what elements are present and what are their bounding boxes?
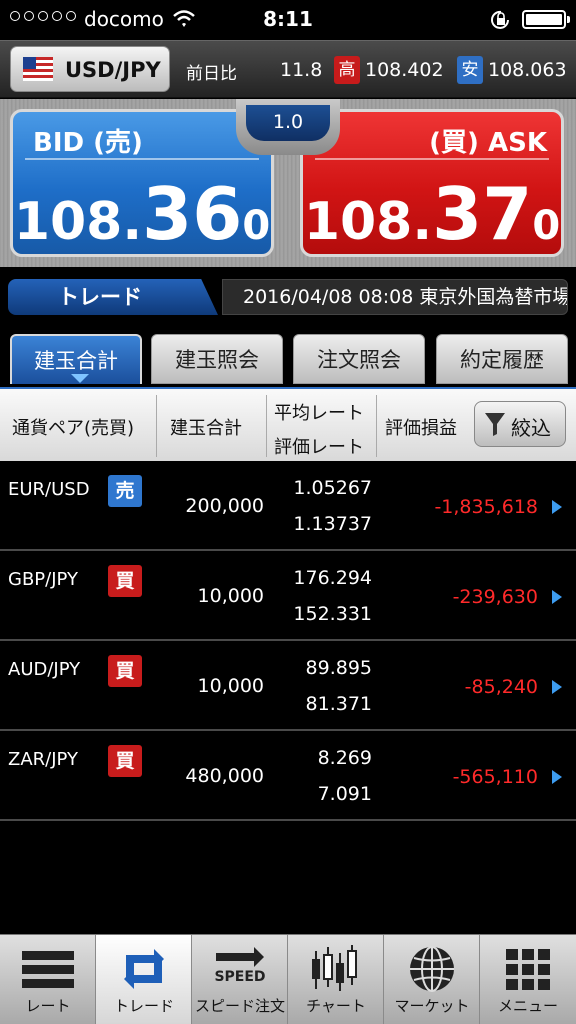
news-ticker[interactable]: 2016/04/08 08:08 東京外国為替市場: [222, 279, 568, 315]
bid-button[interactable]: BID (売) 108.360: [10, 109, 274, 257]
row-avg-rate: 89.895: [305, 657, 372, 679]
row-pair: AUD/JPY: [8, 659, 81, 680]
table-header: 通貨ペア(売買) 建玉合計 平均レート 評価レート 評価損益 絞込: [0, 387, 576, 461]
tab-position-total[interactable]: 建玉合計: [10, 334, 142, 384]
row-eval-rate: 1.13737: [293, 513, 372, 535]
section-title: トレード: [8, 279, 218, 315]
table-row[interactable]: EUR/USD 売 200,000 1.05267 1.13737 -1,835…: [0, 461, 576, 551]
globe-icon: [404, 943, 460, 995]
filter-icon: [483, 410, 507, 443]
ask-price: 108.370: [303, 172, 561, 256]
chevron-right-icon: [552, 590, 562, 604]
row-avg-rate: 8.269: [317, 747, 372, 769]
high-value: 108.402: [365, 59, 444, 81]
row-pl: -565,110: [452, 766, 538, 788]
row-avg-rate: 1.05267: [293, 477, 372, 499]
row-eval-rate: 81.371: [305, 693, 372, 715]
position-tabs: 建玉合計 建玉照会 注文照会 約定履歴: [0, 327, 576, 387]
ask-label: (買) ASK: [429, 128, 547, 158]
active-tab-indicator-icon: [71, 374, 89, 383]
row-qty: 480,000: [185, 765, 264, 787]
rate-icon: [20, 943, 76, 995]
row-pl: -85,240: [464, 676, 538, 698]
side-badge: 買: [108, 745, 142, 777]
tab-execution-history[interactable]: 約定履歴: [436, 334, 568, 384]
currency-pair-label: USD/JPY: [65, 58, 161, 82]
chevron-right-icon: [552, 500, 562, 514]
filter-button[interactable]: 絞込: [474, 401, 566, 447]
bid-price: 108.360: [13, 172, 271, 256]
row-eval-rate: 7.091: [317, 783, 372, 805]
chevron-right-icon: [552, 680, 562, 694]
row-pl: -1,835,618: [434, 496, 538, 518]
nav-menu[interactable]: メニュー: [480, 935, 576, 1024]
table-row[interactable]: GBP/JPY 買 10,000 176.294 152.331 -239,63…: [0, 551, 576, 641]
us-flag-icon: [23, 57, 53, 81]
row-pair: EUR/USD: [8, 479, 90, 500]
status-bar: docomo 8:11: [0, 0, 576, 40]
row-qty: 200,000: [185, 495, 264, 517]
rotation-lock-icon: [490, 10, 512, 34]
row-pair: ZAR/JPY: [8, 749, 78, 770]
side-badge: 買: [108, 655, 142, 687]
row-eval-rate: 152.331: [293, 603, 372, 625]
high-badge: 高: [334, 56, 360, 84]
speed-icon: SPEED: [212, 943, 268, 995]
quote-panel: BID (売) 108.360 (買) ASK 108.370 1.0: [0, 99, 576, 267]
menu-grid-icon: [500, 943, 556, 995]
spread-indicator: 1.0: [236, 99, 340, 155]
nav-chart[interactable]: チャート: [288, 935, 384, 1024]
col-eval-rate: 評価レート: [274, 437, 364, 458]
row-avg-rate: 176.294: [293, 567, 372, 589]
nav-trade[interactable]: トレード: [96, 935, 192, 1024]
trade-icon: [116, 943, 172, 995]
prev-day-value: 11.8: [280, 59, 323, 81]
tab-order-inquiry[interactable]: 注文照会: [293, 334, 425, 384]
bid-label: BID (売): [33, 128, 143, 158]
low-badge: 安: [457, 56, 483, 84]
nav-market[interactable]: マーケット: [384, 935, 480, 1024]
row-qty: 10,000: [197, 675, 264, 697]
side-badge: 売: [108, 475, 142, 507]
col-avg-rate: 平均レート: [274, 403, 364, 424]
trade-banner: トレード 2016/04/08 08:08 東京外国為替市場: [0, 267, 576, 327]
spread-value: 1.0: [246, 105, 330, 141]
col-pair: 通貨ペア(売買): [12, 418, 135, 439]
table-row[interactable]: AUD/JPY 買 10,000 89.895 81.371 -85,240: [0, 641, 576, 731]
row-pair: GBP/JPY: [8, 569, 78, 590]
position-list: EUR/USD 売 200,000 1.05267 1.13737 -1,835…: [0, 461, 576, 821]
row-pl: -239,630: [452, 586, 538, 608]
col-qty: 建玉合計: [170, 418, 242, 439]
nav-rate[interactable]: レート: [0, 935, 96, 1024]
tab-position-inquiry[interactable]: 建玉照会: [151, 334, 283, 384]
currency-pair-button[interactable]: USD/JPY: [10, 46, 170, 92]
prev-day-label: 前日比: [186, 64, 237, 84]
table-row[interactable]: ZAR/JPY 買 480,000 8.269 7.091 -565,110: [0, 731, 576, 821]
low-value: 108.063: [488, 59, 567, 81]
rate-header: USD/JPY 前日比 11.8 高 108.402 安 108.063: [0, 40, 576, 98]
chevron-right-icon: [552, 770, 562, 784]
side-badge: 買: [108, 565, 142, 597]
chart-icon: [308, 943, 364, 995]
nav-speed-order[interactable]: SPEED スピード注文: [192, 935, 288, 1024]
col-pl: 評価損益: [385, 418, 457, 439]
bottom-navigation: レート トレード SPEED スピード注文 チャート マーケット メニュー: [0, 934, 576, 1024]
battery-icon: [522, 10, 570, 29]
row-qty: 10,000: [197, 585, 264, 607]
